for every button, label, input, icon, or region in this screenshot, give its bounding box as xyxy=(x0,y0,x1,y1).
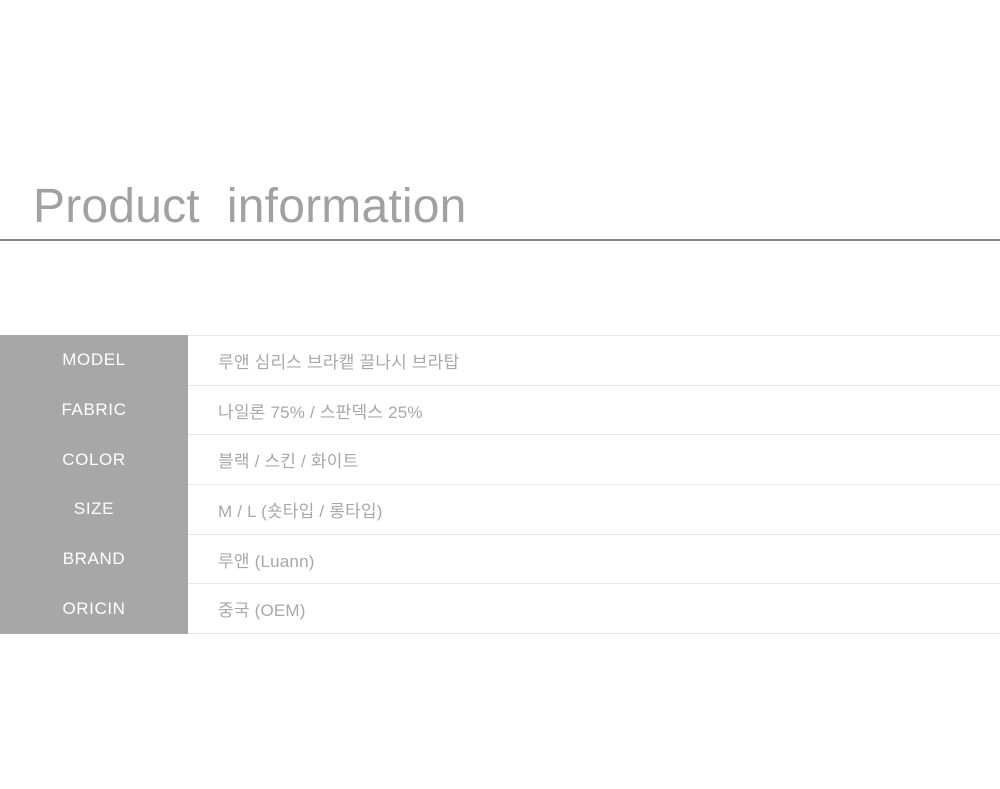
product-information-page: Product information MODEL 루앤 심리스 브라캩 끌나시… xyxy=(0,0,1000,789)
spec-value-model: 루앤 심리스 브라캩 끌나시 브라탑 xyxy=(188,335,1000,386)
spec-label-origin: ORICIN xyxy=(0,583,188,635)
table-row: COLOR 블랙 / 스킨 / 화이트 xyxy=(0,434,1000,485)
table-row: BRAND 루앤 (Luann) xyxy=(0,533,1000,584)
product-spec-table-body: MODEL 루앤 심리스 브라캩 끌나시 브라탑 FABRIC 나일론 75% … xyxy=(0,335,1000,635)
table-row: ORICIN 중국 (OEM) xyxy=(0,583,1000,635)
spec-value-color: 블랙 / 스킨 / 화이트 xyxy=(188,434,1000,485)
title-divider xyxy=(0,239,1000,241)
spec-value-size: M / L (숏타입 / 롱타입) xyxy=(188,484,1000,535)
product-spec-table: MODEL 루앤 심리스 브라캩 끌나시 브라탑 FABRIC 나일론 75% … xyxy=(0,335,1000,635)
spec-label-size: SIZE xyxy=(0,484,188,535)
spec-label-fabric: FABRIC xyxy=(0,384,188,435)
spec-label-model: MODEL xyxy=(0,335,188,386)
spec-value-fabric: 나일론 75% / 스판덱스 25% xyxy=(188,384,1000,435)
page-heading-block: Product information xyxy=(0,178,1000,241)
spec-label-color: COLOR xyxy=(0,434,188,485)
table-row: SIZE M / L (숏타입 / 롱타입) xyxy=(0,484,1000,535)
page-title: Product information xyxy=(33,180,467,233)
spec-label-brand: BRAND xyxy=(0,533,188,584)
spec-value-brand: 루앤 (Luann) xyxy=(188,533,1000,584)
table-row: FABRIC 나일론 75% / 스판덱스 25% xyxy=(0,384,1000,435)
spec-value-origin: 중국 (OEM) xyxy=(188,583,1000,635)
table-row: MODEL 루앤 심리스 브라캩 끌나시 브라탑 xyxy=(0,335,1000,386)
